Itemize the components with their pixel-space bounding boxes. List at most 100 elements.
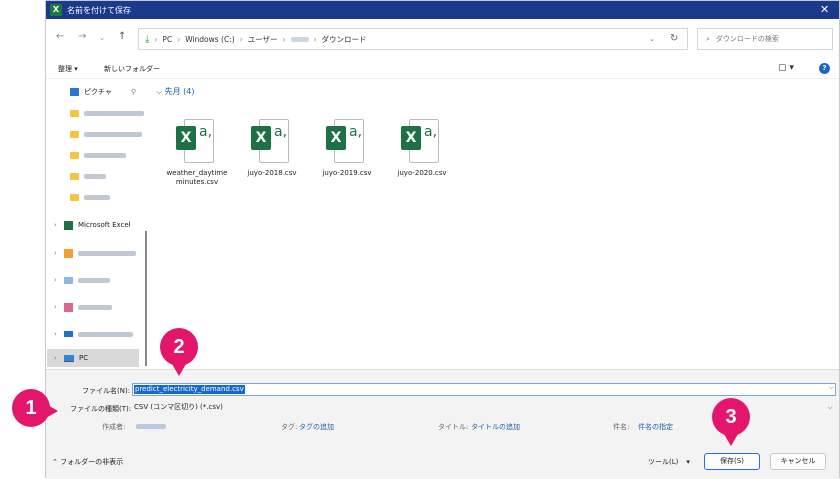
csv-file-icon: Xa, [401, 119, 443, 163]
step-badge-1: 1 [12, 389, 50, 427]
breadcrumb-users[interactable]: ユーザー [248, 34, 278, 45]
navigation-pane: ピクチャ ⚲ › Microsoft Excel › › › › › PC [46, 81, 147, 369]
subject-add-link[interactable]: 件名の指定 [638, 422, 673, 432]
expand-arrow-icon[interactable]: › [54, 303, 57, 311]
subject-label: 件名: [613, 423, 630, 431]
blurred-label [78, 250, 136, 256]
sidebar-item-microsoft-excel[interactable]: Microsoft Excel [64, 218, 131, 232]
photos-icon [64, 302, 73, 312]
author-value[interactable] [136, 424, 166, 429]
badge-pointer [46, 404, 58, 418]
download-icon: ⤓ [145, 33, 150, 45]
sidebar-item-label: ピクチャ [84, 88, 112, 96]
help-icon[interactable]: ? [819, 63, 830, 74]
expand-arrow-icon[interactable]: › [54, 276, 57, 284]
chevron-down-icon[interactable]: ⌵ [828, 401, 833, 414]
sidebar-item-creative-cloud[interactable] [64, 246, 136, 260]
search-placeholder: ダウンロードの検索 [715, 35, 779, 43]
breadcrumb-drive[interactable]: Windows (C:) [185, 35, 234, 44]
sidebar-item-pc[interactable]: PC [64, 351, 88, 365]
cancel-button[interactable]: キャンセル [770, 453, 826, 470]
sidebar-item-folder[interactable] [70, 127, 142, 141]
tag-label: タグ: [281, 423, 298, 431]
sidebar-item-folder[interactable] [70, 169, 106, 183]
sidebar-item-folder[interactable] [70, 190, 110, 204]
csv-file-icon: Xa, [251, 119, 293, 163]
tag-add-link[interactable]: タグの追加 [299, 422, 334, 432]
file-item[interactable]: Xa, weather_daytime minutes.csv [162, 119, 232, 187]
sidebar-item-onedrive[interactable] [64, 327, 133, 341]
cloud-files-icon [64, 248, 73, 258]
expand-arrow-icon[interactable]: › [54, 354, 57, 362]
sidebar-item-label: Microsoft Excel [78, 221, 131, 229]
hide-folders-button[interactable]: ⌃ フォルダーの非表示 [52, 457, 123, 467]
folder-icon [70, 130, 79, 138]
chevron-up-icon: ⌃ [52, 458, 61, 466]
expand-arrow-icon[interactable]: › [54, 249, 57, 257]
file-name: juyo-2020.csv [397, 169, 447, 177]
file-name: juyo-2018.csv [247, 169, 297, 177]
file-name: weather_daytime minutes.csv [166, 169, 228, 186]
sidebar-item-folder[interactable] [70, 106, 144, 120]
search-input[interactable]: ⌕ ダウンロードの検索 [697, 28, 833, 50]
organize-button[interactable]: 整理 ▾ [58, 64, 78, 74]
expand-arrow-icon[interactable]: › [54, 221, 57, 229]
pictures-icon [70, 88, 79, 96]
selected-highlight [47, 349, 139, 367]
blurred-username[interactable] [290, 36, 309, 42]
folder-icon [70, 151, 79, 159]
close-button[interactable]: ✕ [820, 3, 829, 16]
chevron-down-icon[interactable]: ⌵ [829, 384, 834, 392]
blurred-label [84, 152, 126, 158]
recent-dropdown-icon[interactable]: ⌄ [99, 34, 105, 42]
filename-input[interactable]: predict_electricity_demand.csv ⌵ [132, 383, 836, 396]
filetype-value: CSV (コンマ区切り) (*.csv) [134, 403, 223, 411]
up-arrow-icon[interactable]: ↑ [118, 31, 126, 42]
expand-arrow-icon[interactable]: › [54, 330, 57, 338]
blurred-label [84, 173, 106, 179]
blurred-label [78, 277, 110, 283]
blurred-label [78, 331, 133, 337]
badge-pointer [724, 434, 738, 446]
breadcrumb-pc[interactable]: PC [162, 35, 172, 44]
back-arrow-icon[interactable]: ← [56, 31, 64, 42]
title-add-link[interactable]: タイトルの追加 [471, 422, 520, 432]
sidebar-item-icloud-photos[interactable] [64, 300, 112, 314]
cloud-icon [64, 276, 73, 284]
folder-icon [70, 172, 79, 180]
blurred-label [78, 304, 112, 310]
file-item[interactable]: Xa, juyo-2018.csv [237, 119, 307, 178]
onedrive-icon [64, 331, 73, 337]
computer-icon [64, 354, 74, 362]
blurred-label [84, 131, 142, 137]
sidebar-item-label: PC [79, 354, 89, 362]
sidebar-scrollbar[interactable] [145, 231, 147, 366]
breadcrumb-downloads[interactable]: ダウンロード [322, 34, 367, 45]
refresh-icon[interactable]: ↻ [670, 33, 678, 44]
view-options-icon[interactable]: ▢ ▾ [778, 63, 794, 73]
blurred-label [84, 110, 144, 116]
folder-icon [70, 109, 79, 117]
sidebar-item-icloud-drive[interactable] [64, 273, 110, 287]
file-name: juyo-2019.csv [322, 169, 372, 177]
file-group-header[interactable]: ⌵ 先月 (4) [156, 86, 194, 97]
sidebar-item-pictures[interactable]: ピクチャ ⚲ [70, 85, 136, 99]
chevron-down-icon[interactable]: ⌄ [649, 35, 655, 43]
step-badge-2: 2 [160, 328, 198, 366]
search-icon: ⌕ [706, 34, 710, 43]
chevron-down-icon: ⌵ [156, 87, 165, 96]
sidebar-item-folder[interactable] [70, 148, 126, 162]
forward-arrow-icon[interactable]: → [78, 31, 86, 42]
save-button[interactable]: 保存(S) [704, 453, 760, 470]
tools-menu[interactable]: ツール(L) ▾ [648, 457, 690, 467]
dropdown-arrow-icon: ▾ [686, 458, 690, 466]
address-bar[interactable]: ⤓ › PC › Windows (C:) › ユーザー › › ダウンロード [138, 28, 688, 50]
file-item[interactable]: Xa, juyo-2020.csv [387, 119, 457, 178]
folder-icon [70, 193, 79, 201]
filetype-label: ファイルの種類(T): [70, 405, 132, 413]
file-item[interactable]: Xa, juyo-2019.csv [312, 119, 382, 178]
new-folder-button[interactable]: 新しいフォルダー [104, 64, 160, 74]
address-row: ← → ⌄ ↑ ⤓ › PC › Windows (C:) › ユーザー › ›… [46, 19, 839, 57]
title-bar: X 名前を付けて保存 ✕ [46, 1, 839, 19]
blurred-label [84, 194, 110, 200]
